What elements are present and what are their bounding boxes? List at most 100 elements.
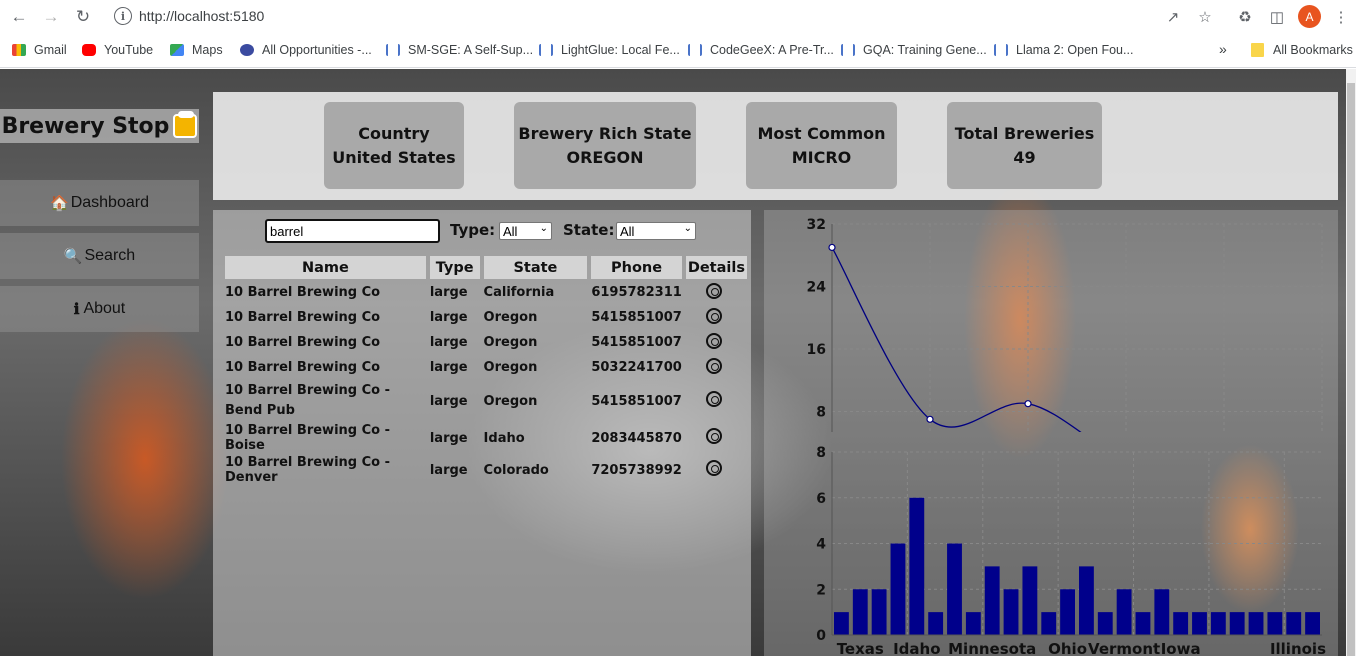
column-header-type[interactable]: Type — [429, 256, 480, 279]
cell-phone: 5415851007 — [591, 335, 682, 350]
column-header-name[interactable]: Name — [225, 256, 426, 279]
search-input[interactable] — [265, 219, 440, 243]
cell-type: large — [429, 360, 468, 375]
x-tick-label: Idaho — [893, 640, 940, 656]
sidebar-item-search[interactable]: 🔍 Search — [0, 233, 199, 279]
forward-icon[interactable]: → — [40, 6, 62, 28]
bookmark-favicon — [240, 44, 254, 56]
bookmark-sm-sge[interactable]: SM-SGE: A Self-Sup... — [386, 43, 533, 57]
scrollbar-thumb[interactable] — [1347, 83, 1355, 656]
youtube-icon — [82, 44, 96, 56]
bar — [1097, 612, 1113, 635]
menu-icon[interactable]: ⋮ — [1330, 6, 1352, 28]
column-header-phone[interactable]: Phone — [591, 256, 682, 279]
table-row[interactable]: 10 Barrel Brewing Co large California 61… — [225, 281, 747, 304]
y-tick-label: 24 — [807, 280, 827, 296]
cell-phone: 6195782311 — [591, 285, 682, 300]
scrollbar[interactable] — [1346, 69, 1356, 656]
cell-state: Colorado — [483, 462, 549, 478]
bar — [1173, 612, 1189, 635]
type-select[interactable]: All ⌄ — [499, 222, 552, 240]
breweries-by-state-bar-chart: 0 2 4 6 8 Texas Idaho Minnesota Ohio Vermont Iowa I… — [816, 445, 1326, 656]
bar — [965, 612, 981, 635]
bar — [852, 589, 868, 635]
bar — [1192, 612, 1207, 635]
side-panel-icon[interactable]: ◫ — [1266, 6, 1288, 28]
table-row[interactable]: 10 Barrel Brewing Co - Denver large Colo… — [225, 455, 747, 485]
cell-phone: 7205738992 — [591, 462, 682, 478]
brewery-table: Name Type State Phone Details 10 Barrel … — [221, 254, 751, 487]
bar — [1305, 612, 1320, 635]
bar — [1060, 589, 1075, 635]
cell-type: large — [429, 393, 468, 409]
bar — [1210, 612, 1226, 635]
bar — [1022, 566, 1038, 635]
cell-type: large — [429, 285, 468, 300]
details-link-icon[interactable] — [705, 391, 722, 407]
bar — [909, 497, 925, 635]
x-tick-label: Texas — [837, 640, 884, 656]
column-header-details[interactable]: Details — [685, 256, 747, 279]
stat-most-common: Most Common MICRO — [746, 102, 897, 189]
details-link-icon[interactable] — [705, 357, 722, 374]
sidebar-item-about[interactable]: ℹ About — [0, 286, 199, 332]
details-link-icon[interactable] — [705, 282, 722, 299]
paper-icon — [994, 44, 1008, 56]
details-link-icon[interactable] — [705, 428, 722, 444]
bookmark-star-icon[interactable]: ☆ — [1194, 6, 1216, 28]
all-bookmarks-button[interactable]: All Bookmarks — [1251, 43, 1353, 57]
cell-phone: 2083445870 — [591, 430, 682, 446]
stat-total-breweries: Total Breweries 49 — [947, 102, 1102, 189]
state-select[interactable]: All ⌄ — [616, 222, 696, 240]
reload-icon[interactable]: ↻ — [72, 6, 94, 28]
magnifier-icon: 🔍 — [63, 248, 83, 265]
series-line — [831, 247, 1082, 432]
sidebar-item-label: About — [83, 300, 126, 317]
cell-name: 10 Barrel Brewing Co - Boise — [225, 423, 391, 453]
info-icon: ℹ — [73, 301, 80, 318]
bookmark-gqa[interactable]: GQA: Training Gene... — [841, 43, 987, 57]
bookmark-llama2[interactable]: Llama 2: Open Fou... — [994, 43, 1133, 57]
bookmark-codegeex[interactable]: CodeGeeX: A Pre-Tr... — [688, 43, 834, 57]
share-icon[interactable]: ↗ — [1162, 6, 1184, 28]
bar — [1286, 612, 1302, 635]
stat-country: Country United States — [324, 102, 464, 189]
sidebar-item-label: Dashboard — [70, 194, 149, 211]
brewery-type-line-chart: 08162432microlargebrewpubclosedproprieto… — [807, 217, 1323, 432]
filter-bar: Type: All ⌄ State: All ⌄ — [213, 218, 751, 244]
y-tick-label: 0 — [816, 628, 826, 644]
paper-icon — [386, 44, 400, 56]
data-point — [1024, 400, 1032, 408]
cell-state: Idaho — [483, 430, 525, 446]
address-bar[interactable]: http://localhost:5180 — [139, 8, 264, 24]
bookmark-lightglue[interactable]: LightGlue: Local Fe... — [539, 43, 680, 57]
sidebar: Brewery Stop 🏠 Dashboard 🔍 Search ℹ Abou… — [0, 69, 199, 656]
bar — [834, 612, 849, 635]
details-link-icon[interactable] — [705, 307, 722, 324]
table-row[interactable]: 10 Barrel Brewing Co large Oregon 541585… — [225, 306, 747, 329]
table-row[interactable]: 10 Barrel Brewing Co large Oregon 541585… — [225, 331, 747, 354]
table-row[interactable]: 10 Barrel Brewing Co - Boise large Idaho… — [225, 423, 747, 453]
sidebar-item-dashboard[interactable]: 🏠 Dashboard — [0, 180, 199, 226]
more-bookmarks-button[interactable]: » — [1219, 41, 1227, 57]
bookmark-maps[interactable]: Maps — [170, 43, 223, 57]
cell-phone: 5032241700 — [591, 360, 682, 375]
extensions-icon[interactable]: ♻ — [1234, 6, 1256, 28]
site-info-icon[interactable]: i — [114, 7, 132, 25]
charts-panel: 08162432microlargebrewpubclosedproprieto… — [764, 210, 1338, 656]
x-tick-label: Minnesota — [948, 640, 1036, 656]
table-row[interactable]: 10 Barrel Brewing Co - Bend Pub large Or… — [225, 381, 747, 421]
cell-state: Oregon — [483, 393, 538, 409]
bookmark-all-opportunities[interactable]: All Opportunities -... — [240, 43, 372, 57]
profile-avatar[interactable]: A — [1298, 5, 1321, 28]
bookmark-youtube[interactable]: YouTube — [82, 43, 153, 57]
bar — [1154, 589, 1170, 635]
cell-type: large — [429, 335, 468, 350]
details-link-icon[interactable] — [705, 332, 722, 349]
cell-phone: 5415851007 — [591, 393, 682, 409]
details-link-icon[interactable] — [705, 460, 722, 476]
bookmark-gmail[interactable]: Gmail — [12, 43, 67, 57]
table-row[interactable]: 10 Barrel Brewing Co large Oregon 503224… — [225, 356, 747, 379]
back-icon[interactable]: ← — [8, 6, 30, 28]
column-header-state[interactable]: State — [483, 256, 588, 279]
